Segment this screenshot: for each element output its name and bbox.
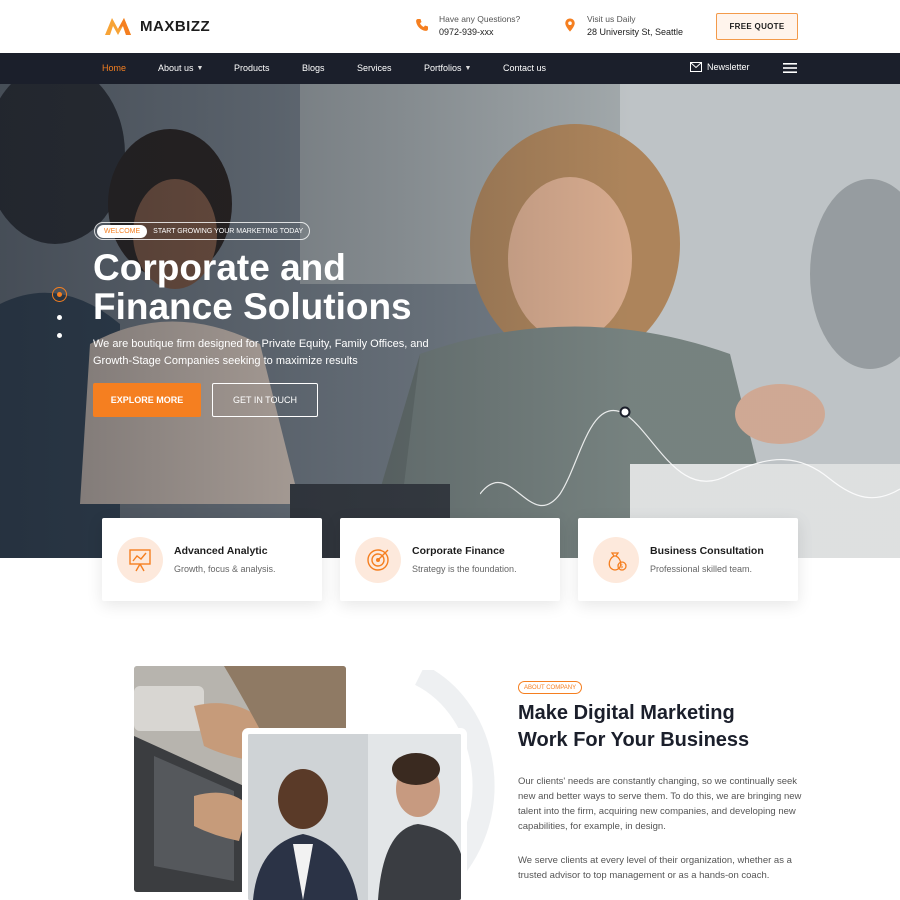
- feature-icon-circle: [117, 536, 163, 583]
- get-in-touch-button[interactable]: GET IN TOUCH: [212, 383, 318, 417]
- nav-item-home[interactable]: Home: [102, 63, 126, 73]
- slider-dot[interactable]: [57, 315, 62, 320]
- nav-item-contact[interactable]: Contact us: [503, 63, 546, 73]
- feature-subtitle: Strategy is the foundation.: [412, 564, 517, 574]
- nav-item-label: Blogs: [302, 63, 325, 73]
- target-icon: [367, 548, 389, 571]
- about-paragraph-2: We serve clients at every level of their…: [518, 855, 792, 881]
- feature-subtitle: Professional skilled team.: [650, 564, 753, 574]
- money-bag-icon: $: [608, 551, 627, 571]
- nav-item-about[interactable]: About us ▼: [158, 63, 203, 73]
- feature-card-analytic[interactable]: Advanced Analytic Growth, focus & analys…: [102, 518, 322, 601]
- nav-item-label: About us: [158, 63, 194, 73]
- hero-section: WELCOME START GROWING YOUR MARKETING TOD…: [0, 84, 900, 558]
- brand-name: MAXBIZZ: [140, 17, 211, 35]
- phone-icon: [416, 19, 428, 31]
- nav-item-portfolios[interactable]: Portfolios ▼: [424, 63, 471, 73]
- nav-item-label: Products: [234, 63, 270, 73]
- nav-item-label: Services: [357, 63, 392, 73]
- feature-title: Business Consultation: [650, 545, 764, 557]
- newsletter-label: Newsletter: [707, 62, 750, 72]
- logo-mark-icon: [105, 18, 131, 35]
- feature-card-finance[interactable]: Corporate Finance Strategy is the founda…: [340, 518, 560, 601]
- visit-address: 28 University St, Seattle: [587, 27, 684, 37]
- menu-icon[interactable]: [783, 62, 797, 74]
- newsletter-link[interactable]: Newsletter: [690, 62, 750, 72]
- visit-contact: Visit us Daily 28 University St, Seattle: [563, 13, 683, 39]
- analytics-icon: [129, 548, 151, 571]
- welcome-tag: WELCOME: [97, 224, 148, 238]
- envelope-icon: [690, 62, 702, 72]
- nav-item-blogs[interactable]: Blogs: [302, 63, 325, 73]
- phone-label: Have any Questions?: [439, 14, 521, 24]
- hero-tagline: START GROWING YOUR MARKETING TODAY: [153, 227, 304, 235]
- feature-subtitle: Growth, focus & analysis.: [174, 564, 276, 574]
- chevron-down-icon: ▼: [196, 64, 204, 72]
- phone-contact: Have any Questions? 0972-939-xxx: [415, 13, 520, 39]
- team-meeting-photo: [248, 734, 461, 900]
- svg-text:$: $: [620, 564, 623, 570]
- about-image-team: [248, 734, 461, 900]
- free-quote-button[interactable]: FREE QUOTE: [716, 13, 798, 40]
- phone-number[interactable]: 0972-939-xxx: [439, 25, 520, 39]
- chevron-down-icon: ▼: [464, 64, 472, 72]
- location-pin-icon: [565, 18, 575, 32]
- nav-item-services[interactable]: Services: [357, 63, 392, 73]
- nav-item-products[interactable]: Products: [234, 63, 270, 73]
- feature-icon-circle: $: [593, 536, 639, 583]
- feature-title: Corporate Finance: [412, 545, 505, 557]
- nav-item-label: Portfolios: [424, 63, 462, 73]
- logo[interactable]: MAXBIZZ: [104, 16, 210, 36]
- slider-dots: [52, 287, 67, 338]
- main-nav: Home About us ▼ Products Blogs Services …: [0, 53, 900, 127]
- explore-more-button[interactable]: EXPLORE MORE: [93, 383, 201, 417]
- hero-title-line1: Corporate and: [93, 247, 346, 288]
- top-header: MAXBIZZ Have any Questions? 0972-939-xxx…: [0, 0, 900, 53]
- hero-wave-line: [480, 406, 900, 507]
- about-title-line2: Work For Your Business: [518, 729, 750, 751]
- hero-subtitle: We are boutique firm designed for Privat…: [93, 338, 429, 367]
- hero-title-line2: Finance Solutions: [93, 286, 412, 327]
- visit-label: Visit us Daily: [587, 14, 636, 24]
- hero-tag-pill: WELCOME START GROWING YOUR MARKETING TOD…: [94, 222, 311, 240]
- feature-card-consultation[interactable]: $ Business Consultation Professional ski…: [578, 518, 798, 601]
- about-title: Make Digital Marketing Work For Your Bus…: [518, 700, 818, 754]
- feature-icon-circle: [355, 536, 401, 583]
- feature-title: Advanced Analytic: [174, 545, 268, 557]
- about-paragraph-1: Our clients' needs are constantly changi…: [518, 776, 802, 832]
- hero-title: Corporate and Finance Solutions: [93, 248, 493, 326]
- nav-item-label: Contact us: [503, 63, 547, 73]
- slider-dot-active[interactable]: [52, 287, 67, 302]
- slider-dot[interactable]: [57, 333, 62, 338]
- about-company-tag: ABOUT COMPANY: [518, 681, 583, 694]
- nav-item-label: Home: [102, 63, 127, 73]
- about-title-line1: Make Digital Marketing: [518, 702, 735, 724]
